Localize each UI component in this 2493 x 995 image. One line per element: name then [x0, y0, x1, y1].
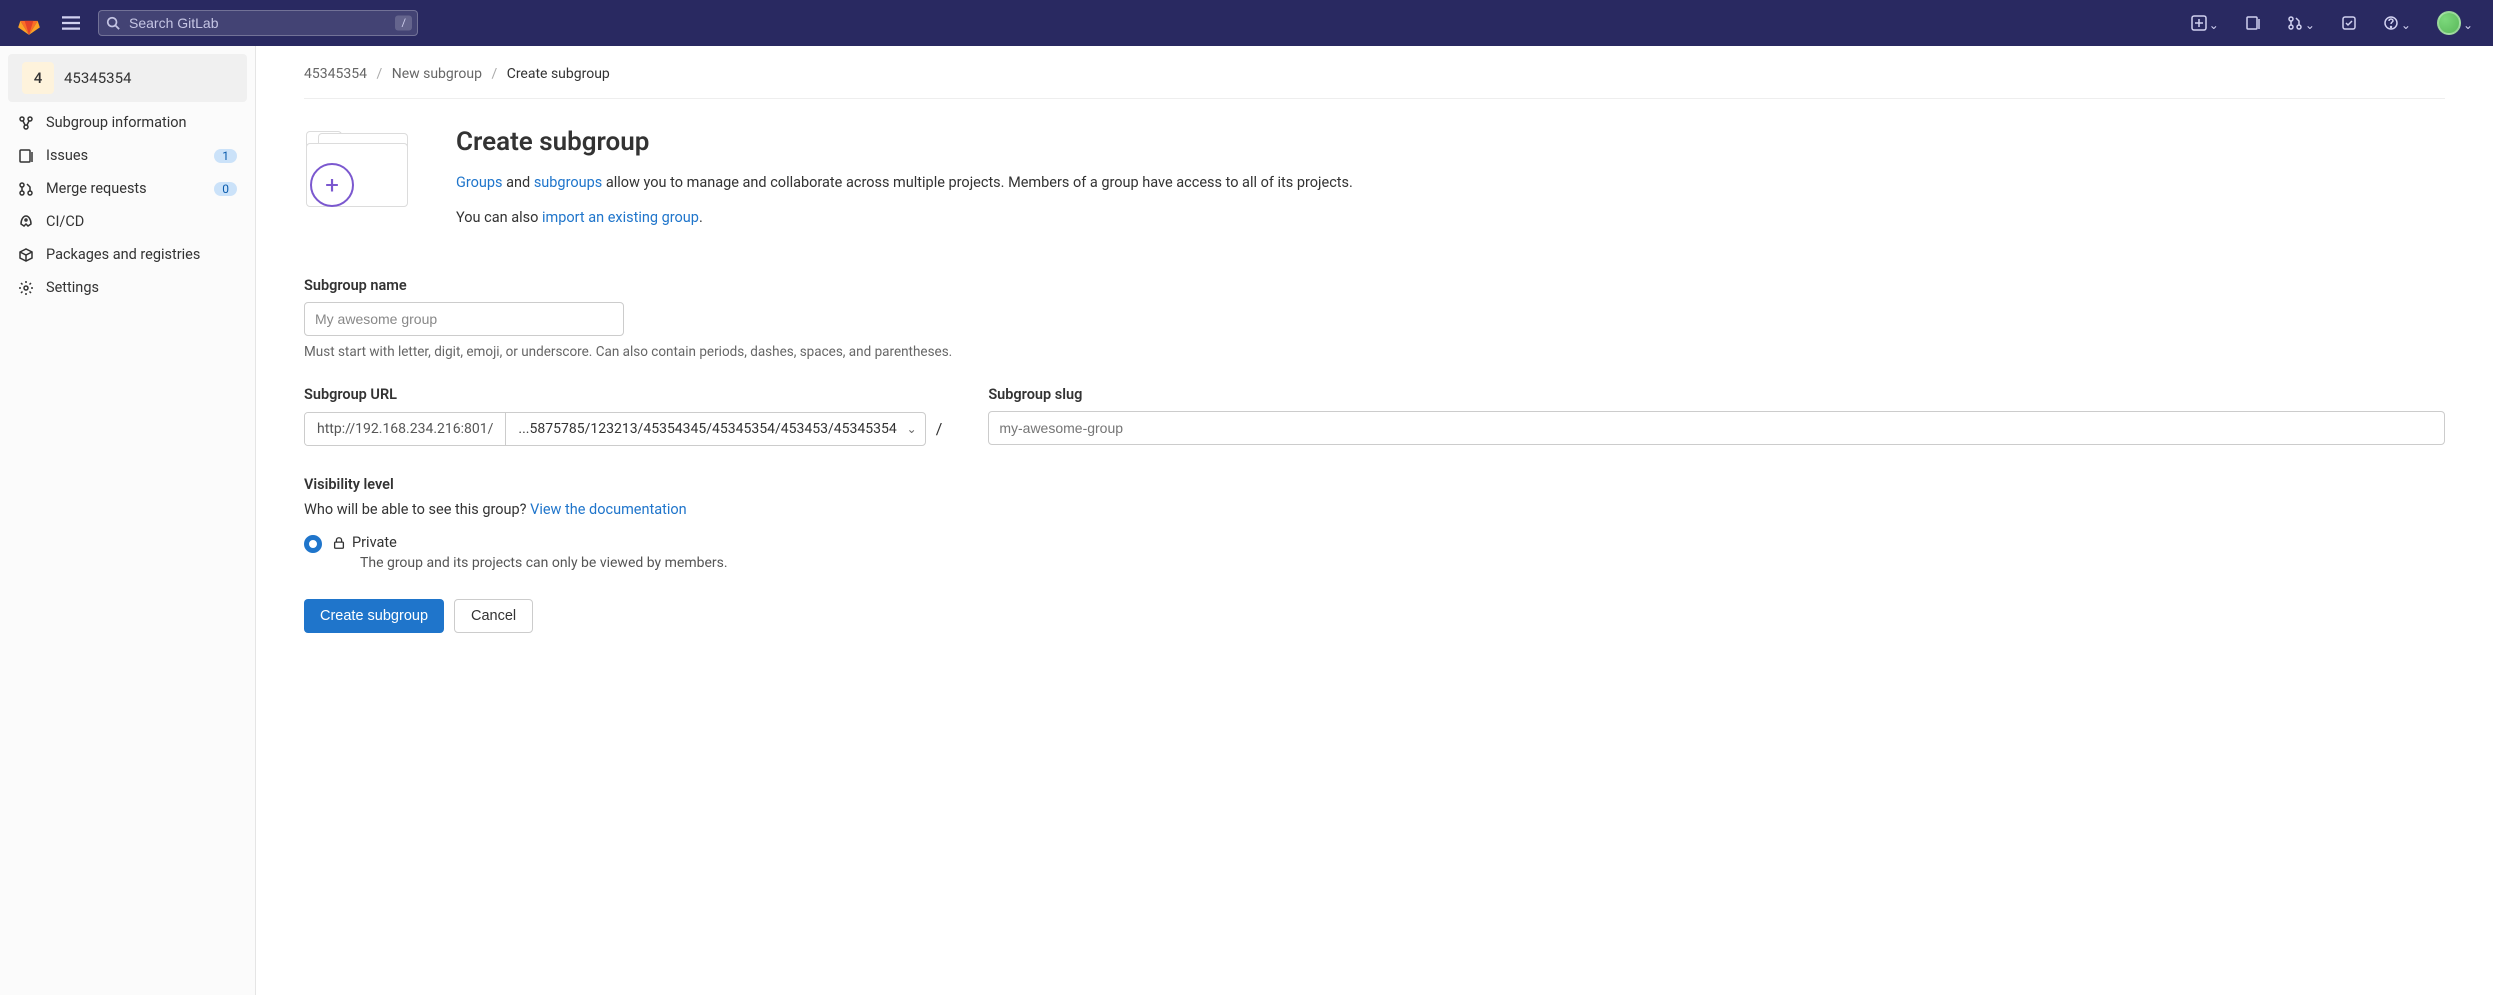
groups-link[interactable]: Groups — [456, 174, 503, 191]
breadcrumb: 45345354 / New subgroup / Create subgrou… — [304, 66, 2445, 99]
sidebar-item-label: Issues — [46, 147, 88, 164]
subgroups-link[interactable]: subgroups — [534, 174, 602, 191]
group-avatar: 4 — [22, 62, 54, 94]
visibility-label: Visibility level — [304, 476, 2445, 493]
issues-badge: 1 — [214, 149, 237, 163]
main-content: 45345354 / New subgroup / Create subgrou… — [256, 46, 2493, 995]
search-shortcut-hint: / — [395, 16, 412, 31]
url-prefix: http://192.168.234.216:801/ — [305, 413, 506, 445]
create-subgroup-button[interactable]: Create subgroup — [304, 599, 444, 633]
folder-illustration: + — [304, 127, 424, 212]
user-menu[interactable] — [2433, 7, 2477, 39]
visibility-private-label: Private — [332, 534, 728, 551]
mr-badge: 0 — [214, 182, 237, 196]
import-group-link[interactable]: import an existing group — [542, 209, 699, 226]
sidebar-item-subgroup-info[interactable]: Subgroup information — [0, 106, 255, 139]
merge-requests-icon[interactable] — [2283, 10, 2319, 37]
subgroup-url-label: Subgroup URL — [304, 386, 952, 403]
sidebar-item-merge-requests[interactable]: Merge requests 0 — [0, 172, 255, 205]
visibility-private-radio[interactable] — [304, 535, 322, 553]
chevron-down-icon — [2305, 14, 2315, 33]
subgroup-slug-label: Subgroup slug — [988, 386, 2445, 403]
page-title: Create subgroup — [456, 127, 1353, 157]
url-path-dropdown[interactable]: ...5875785/123213/45354345/45345354/4534… — [506, 413, 924, 445]
avatar — [2437, 11, 2461, 35]
chevron-down-icon — [2463, 14, 2473, 33]
issues-icon[interactable] — [2241, 11, 2265, 35]
plus-icon: + — [310, 163, 354, 207]
sidebar-item-settings[interactable]: Settings — [0, 271, 255, 304]
create-menu[interactable] — [2187, 10, 2223, 37]
subgroup-name-help: Must start with letter, digit, emoji, or… — [304, 344, 2445, 360]
sidebar-item-label: CI/CD — [46, 213, 84, 230]
breadcrumb-current: Create subgroup — [507, 66, 610, 82]
rocket-icon — [18, 214, 34, 230]
visibility-private-sub: The group and its projects can only be v… — [360, 555, 728, 571]
sidebar-item-cicd[interactable]: CI/CD — [0, 205, 255, 238]
header-desc-2: You can also import an existing group. — [456, 206, 1353, 229]
sidebar-item-issues[interactable]: Issues 1 — [0, 139, 255, 172]
header-desc-1: Groups and subgroups allow you to manage… — [456, 171, 1353, 194]
visibility-desc: Who will be able to see this group? View… — [304, 501, 2445, 518]
cancel-button[interactable]: Cancel — [454, 599, 533, 633]
gear-icon — [18, 280, 34, 296]
sidebar: 4 45345354 Subgroup information Issues 1… — [0, 46, 256, 995]
chevron-down-icon — [2401, 14, 2411, 33]
sidebar-item-label: Packages and registries — [46, 246, 200, 263]
info-icon — [18, 115, 34, 131]
issues-icon — [18, 148, 34, 164]
sidebar-item-label: Settings — [46, 279, 99, 296]
lock-icon — [332, 536, 346, 550]
sidebar-group-header[interactable]: 4 45345354 — [8, 54, 247, 102]
todos-icon[interactable] — [2337, 11, 2361, 35]
search-icon — [106, 16, 120, 30]
subgroup-name-input[interactable] — [304, 302, 624, 336]
sidebar-item-label: Merge requests — [46, 180, 147, 197]
subgroup-slug-input[interactable] — [988, 411, 2445, 445]
sidebar-item-packages[interactable]: Packages and registries — [0, 238, 255, 271]
chevron-down-icon — [2209, 14, 2219, 33]
topnav-right — [2187, 7, 2477, 39]
hamburger-icon[interactable] — [56, 8, 86, 38]
url-slash: / — [926, 411, 953, 446]
group-title: 45345354 — [64, 69, 131, 87]
breadcrumb-link[interactable]: New subgroup — [392, 66, 482, 82]
gitlab-logo[interactable] — [16, 9, 44, 37]
help-icon[interactable] — [2379, 10, 2415, 37]
sidebar-item-label: Subgroup information — [46, 114, 187, 131]
breadcrumb-link[interactable]: 45345354 — [304, 66, 367, 82]
package-icon — [18, 247, 34, 263]
chevron-down-icon: ⌄ — [907, 422, 917, 436]
search-input[interactable] — [98, 10, 418, 36]
visibility-doc-link[interactable]: View the documentation — [530, 501, 687, 518]
merge-icon — [18, 181, 34, 197]
search-wrapper: / — [98, 10, 418, 36]
subgroup-name-label: Subgroup name — [304, 277, 2445, 294]
top-nav: / — [0, 0, 2493, 46]
